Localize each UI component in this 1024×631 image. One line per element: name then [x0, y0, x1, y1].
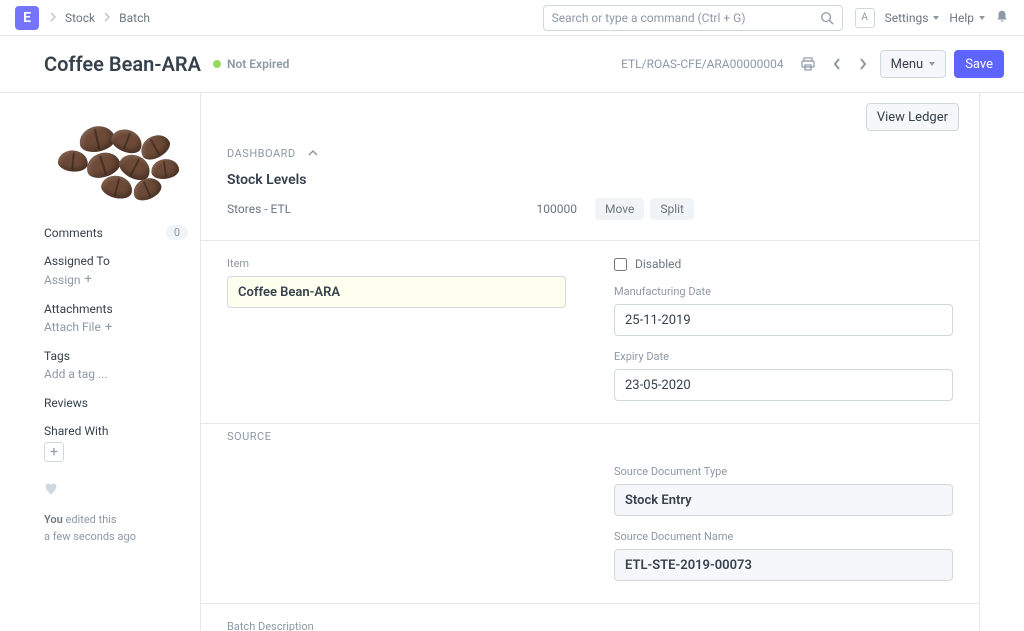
breadcrumb-stock[interactable]: Stock [65, 11, 95, 25]
app-logo[interactable]: E [15, 6, 39, 30]
comments-count: 0 [166, 225, 188, 240]
expiry-date-input[interactable] [614, 369, 953, 401]
collapse-section-icon[interactable] [308, 147, 318, 160]
help-menu[interactable]: Help [949, 11, 985, 25]
prev-doc-icon[interactable] [828, 55, 846, 73]
page-title: Coffee Bean-ARA [44, 52, 201, 76]
disabled-label: Disabled [635, 257, 681, 271]
comments-label[interactable]: Comments [44, 226, 103, 240]
mfg-date-input[interactable] [614, 304, 953, 336]
item-input[interactable] [227, 276, 566, 308]
attach-file-button[interactable]: Attach File + [44, 320, 112, 335]
plus-icon: + [105, 320, 112, 335]
split-button[interactable]: Split [650, 198, 694, 220]
assign-button[interactable]: Assign + [44, 272, 92, 287]
add-tag-button[interactable]: Add a tag ... [44, 367, 108, 381]
settings-menu[interactable]: Settings [885, 11, 940, 25]
like-icon[interactable] [44, 482, 188, 500]
item-image[interactable] [44, 109, 194, 207]
edit-action-text: edited this [66, 513, 117, 526]
item-label: Item [227, 257, 566, 270]
dashboard-section-label: DASHBOARD [227, 147, 296, 160]
user-avatar[interactable]: A [855, 8, 875, 28]
reviews-label: Reviews [44, 396, 188, 410]
stock-store: Stores - ETL [227, 202, 487, 216]
source-doc-name-input[interactable] [614, 549, 953, 581]
edit-when: a few seconds ago [44, 529, 188, 546]
save-button[interactable]: Save [954, 50, 1004, 78]
stock-quantity: 100000 [487, 202, 577, 216]
search-icon [820, 11, 834, 25]
move-button[interactable]: Move [595, 198, 644, 220]
source-section-label: SOURCE [227, 430, 271, 443]
source-doc-type-label: Source Document Type [614, 465, 953, 478]
edit-log: You edited this a few seconds ago [44, 512, 188, 545]
batch-desc-label: Batch Description [227, 620, 953, 631]
chevron-right-icon [49, 11, 57, 25]
document-id: ETL/ROAS-CFE/ARA00000004 [621, 57, 784, 71]
status-dot-icon [213, 60, 221, 68]
plus-icon: + [85, 272, 92, 287]
source-doc-name-label: Source Document Name [614, 530, 953, 543]
breadcrumb-batch[interactable]: Batch [119, 11, 150, 25]
view-ledger-button[interactable]: View Ledger [866, 103, 959, 131]
edit-by: You [44, 513, 63, 526]
next-doc-icon[interactable] [854, 55, 872, 73]
attach-text: Attach File [44, 320, 101, 334]
assigned-to-label: Assigned To [44, 254, 188, 268]
attachments-label: Attachments [44, 302, 188, 316]
source-doc-type-input[interactable] [614, 484, 953, 516]
breadcrumb: Stock Batch [49, 11, 150, 25]
notifications-icon[interactable] [995, 9, 1009, 26]
status-text: Not Expired [227, 57, 289, 71]
chevron-right-icon [103, 11, 111, 25]
menu-button[interactable]: Menu [880, 50, 947, 78]
shared-with-label: Shared With [44, 424, 188, 438]
assign-text: Assign [44, 273, 81, 287]
add-share-button[interactable]: + [44, 442, 64, 462]
global-search[interactable] [543, 5, 843, 31]
search-input[interactable] [552, 6, 820, 30]
tags-label: Tags [44, 349, 188, 363]
stock-levels-heading: Stock Levels [227, 172, 953, 188]
print-icon[interactable] [796, 54, 820, 74]
status-badge: Not Expired [213, 57, 289, 71]
expiry-date-label: Expiry Date [614, 350, 953, 363]
mfg-date-label: Manufacturing Date [614, 285, 953, 298]
disabled-checkbox[interactable] [614, 258, 627, 271]
